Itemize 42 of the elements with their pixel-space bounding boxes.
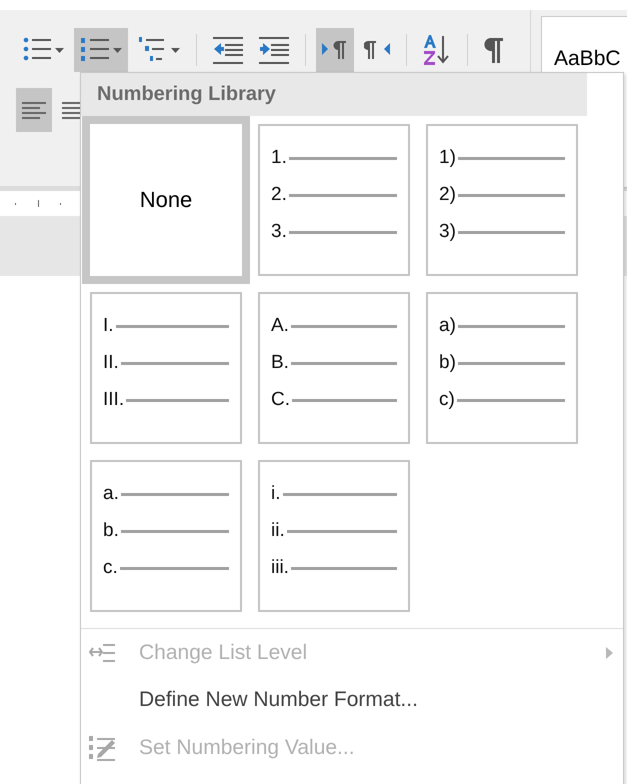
ribbon-button[interactable] — [74, 28, 128, 72]
list-marker: 3. — [271, 221, 287, 244]
increase-indent-icon — [259, 36, 289, 64]
list-marker: III. — [103, 389, 124, 412]
section-title: Numbering Library — [97, 83, 276, 106]
caret-icon — [55, 48, 64, 52]
list-marker: C. — [271, 389, 290, 412]
list-marker: b. — [103, 520, 119, 542]
list-marker: ii. — [271, 520, 285, 542]
list-marker: I. — [103, 315, 114, 338]
list-marker: c. — [103, 557, 118, 580]
list-marker: 2. — [271, 184, 287, 206]
list-marker: c) — [439, 389, 455, 412]
style-preview: AaBbC — [554, 47, 621, 70]
list-marker: a. — [103, 483, 119, 506]
caret-icon — [171, 48, 180, 52]
right-to-left-icon — [364, 39, 390, 61]
list-marker: a) — [439, 315, 456, 338]
ruler-ticks-drawing — [15, 200, 61, 207]
list-marker: 2) — [439, 184, 456, 206]
menu-item[interactable]: Define New Number Format... — [81, 676, 623, 724]
paragraph-mark-icon — [484, 37, 504, 63]
list-marker: b) — [439, 352, 456, 374]
left-to-right-icon — [322, 39, 348, 61]
decrease-indent-icon — [213, 36, 243, 64]
list-marker: A. — [271, 315, 289, 338]
list-level-icon — [89, 642, 117, 663]
list-marker: i. — [271, 483, 280, 506]
submenu-arrow-icon — [606, 646, 613, 659]
list-marker: B. — [271, 352, 289, 374]
caret-icon — [113, 48, 122, 52]
list-marker: 1. — [271, 147, 287, 170]
list-marker: II. — [103, 352, 119, 374]
align-left-icon — [22, 101, 46, 119]
ribbon-button[interactable] — [316, 28, 354, 72]
list-marker: 3) — [439, 221, 456, 244]
sort-icon — [423, 34, 451, 66]
ribbon-button[interactable] — [16, 88, 52, 132]
numbering-option[interactable]: None — [82, 116, 250, 284]
option-label: None — [140, 187, 192, 214]
list-marker: 1) — [439, 147, 456, 170]
list-marker: iii. — [271, 557, 289, 580]
